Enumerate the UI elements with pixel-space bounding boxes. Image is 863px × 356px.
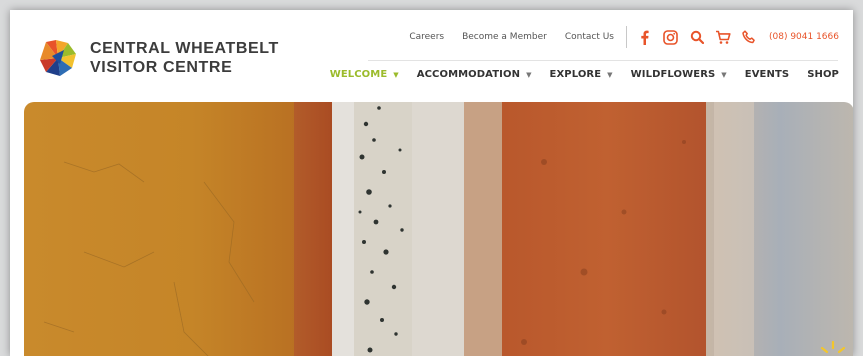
brand-name-line2: VISITOR CENTRE — [90, 59, 233, 76]
utility-nav: Careers Become a Member Contact Us (08) … — [391, 26, 839, 48]
browser-frame: CENTRAL WHEATBELT VISITOR CENTRE Careers… — [10, 10, 853, 356]
header-divider — [368, 60, 838, 61]
nav-label: WELCOME — [329, 69, 388, 80]
nav-item-welcome[interactable]: WELCOME ▼ — [330, 69, 399, 80]
careers-link[interactable]: Careers — [409, 32, 444, 42]
sparkle-icon — [820, 340, 846, 354]
instagram-icon[interactable] — [663, 29, 679, 45]
aerial-salt-lake-photo — [24, 102, 853, 356]
nav-item-accommodation[interactable]: ACCOMMODATION ▼ — [417, 69, 532, 80]
chevron-down-icon: ▼ — [393, 70, 399, 79]
nav-label: SHOP — [807, 69, 839, 80]
nav-label: EXPLORE — [549, 69, 602, 80]
hero-image — [24, 102, 853, 356]
nav-label: ACCOMMODATION — [416, 69, 521, 80]
contact-us-link[interactable]: Contact Us — [565, 32, 614, 42]
phone-icon[interactable] — [741, 29, 757, 45]
nav-item-explore[interactable]: EXPLORE ▼ — [550, 69, 613, 80]
logo-text: CENTRAL WHEATBELT VISITOR CENTRE — [90, 39, 279, 77]
chevron-down-icon: ▼ — [526, 70, 532, 79]
utility-divider — [625, 26, 627, 48]
nav-item-events[interactable]: EVENTS — [745, 69, 789, 80]
cart-icon[interactable] — [715, 29, 731, 45]
main-nav: WELCOME ▼ ACCOMMODATION ▼ EXPLORE ▼ WILD… — [312, 69, 839, 80]
logo-mark-icon — [40, 40, 76, 76]
nav-label: WILDFLOWERS — [630, 69, 716, 80]
brand-name-line1: CENTRAL WHEATBELT — [90, 40, 279, 57]
nav-item-wildflowers[interactable]: WILDFLOWERS ▼ — [631, 69, 727, 80]
facebook-icon[interactable] — [637, 29, 653, 45]
become-member-link[interactable]: Become a Member — [462, 32, 547, 42]
nav-label: EVENTS — [744, 69, 790, 80]
chevron-down-icon: ▼ — [607, 70, 613, 79]
chevron-down-icon: ▼ — [721, 70, 727, 79]
nav-item-shop[interactable]: SHOP — [807, 69, 839, 80]
phone-number[interactable]: (08) 9041 1666 — [769, 32, 839, 42]
search-icon[interactable] — [689, 29, 705, 45]
site-logo[interactable]: CENTRAL WHEATBELT VISITOR CENTRE — [38, 38, 279, 78]
site-header: CENTRAL WHEATBELT VISITOR CENTRE Careers… — [10, 10, 853, 98]
